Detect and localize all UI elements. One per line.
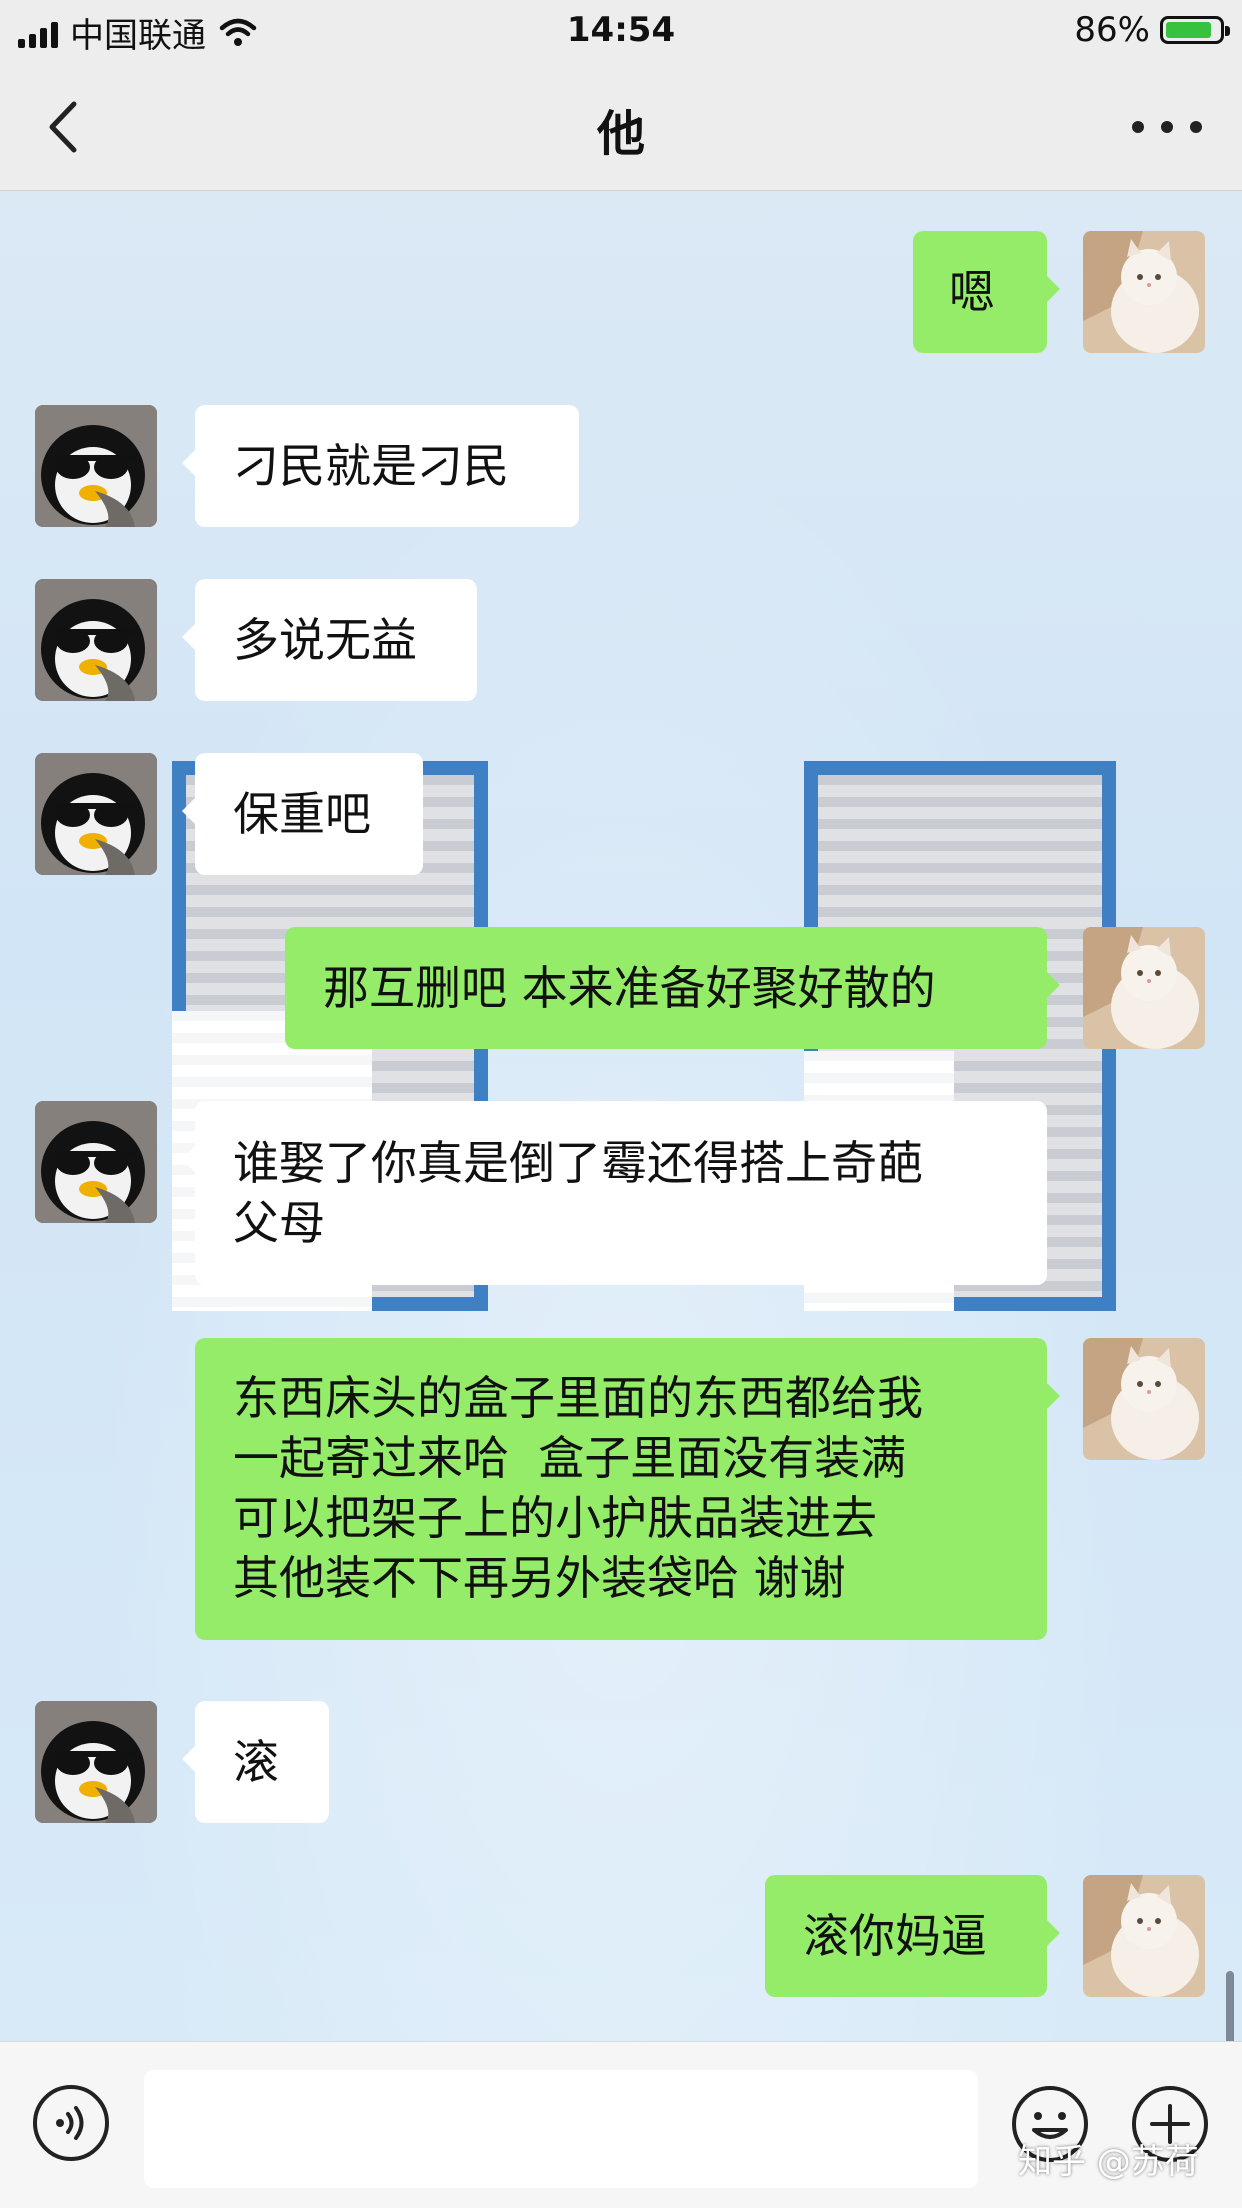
cat-avatar-icon xyxy=(1083,1338,1205,1460)
message-bubble-incoming[interactable]: 刁民就是刁民 xyxy=(182,405,579,527)
message-list[interactable]: 嗯 刁民就是刁民 多说无益 保重吧 那互删吧 本来准备好聚好散的 谁娶了你真是倒… xyxy=(0,191,1242,2081)
message-bubble-outgoing[interactable]: 那互删吧 本来准备好聚好散的 xyxy=(285,927,1060,1049)
message-bubble-outgoing[interactable]: 东西床头的盒子里面的东西都给我 一起寄过来哈 盒子里面没有装满 可以把架子上的小… xyxy=(195,1338,1060,1640)
input-bar: 知乎 @苏荷 xyxy=(0,2041,1242,2208)
message-bubble-incoming[interactable]: 谁娶了你真是倒了霉还得搭上奇葩 父母 xyxy=(182,1101,1047,1285)
cat-avatar-icon xyxy=(1083,231,1205,353)
cat-avatar-icon xyxy=(1083,927,1205,1049)
cat-avatar-icon xyxy=(1083,1875,1205,1997)
chat-screen: 中国联通 14:54 86% 他 嗯 刁民就是刁民 多说无益 保重吧 那互删吧 … xyxy=(0,0,1242,2208)
voice-icon[interactable] xyxy=(32,2084,110,2162)
penguin-avatar-icon xyxy=(35,405,157,527)
penguin-avatar-icon xyxy=(35,1101,157,1223)
message-bubble-incoming[interactable]: 保重吧 xyxy=(182,753,423,875)
battery-percent: 86% xyxy=(1074,10,1150,50)
message-text: 保重吧 xyxy=(233,787,371,841)
contact-avatar[interactable] xyxy=(35,405,157,527)
message-input[interactable] xyxy=(144,2070,978,2188)
nav-bar: 他 xyxy=(0,62,1242,191)
message-text: 那互删吧 本来准备好聚好散的 xyxy=(323,961,936,1015)
contact-avatar[interactable] xyxy=(35,1701,157,1823)
contact-avatar[interactable] xyxy=(35,1101,157,1223)
my-avatar[interactable] xyxy=(1083,1338,1205,1460)
message-bubble-incoming[interactable]: 多说无益 xyxy=(182,579,477,701)
status-bar: 中国联通 14:54 86% xyxy=(0,0,1242,62)
contact-avatar[interactable] xyxy=(35,753,157,875)
message-text: 刁民就是刁民 xyxy=(233,439,509,493)
message-text: 滚 xyxy=(233,1735,279,1789)
my-avatar[interactable] xyxy=(1083,927,1205,1049)
message-bubble-outgoing[interactable]: 滚你妈逼 xyxy=(765,1875,1060,1997)
status-time: 14:54 xyxy=(566,10,676,50)
my-avatar[interactable] xyxy=(1083,1875,1205,1997)
message-text: 嗯 xyxy=(949,265,995,319)
contact-avatar[interactable] xyxy=(35,579,157,701)
my-avatar[interactable] xyxy=(1083,231,1205,353)
battery-fill xyxy=(1166,22,1211,38)
penguin-avatar-icon xyxy=(35,753,157,875)
message-bubble-incoming[interactable]: 滚 xyxy=(182,1701,329,1823)
message-text: 滚你妈逼 xyxy=(803,1909,987,1963)
chat-title: 他 xyxy=(596,106,645,162)
message-bubble-outgoing[interactable]: 嗯 xyxy=(913,231,1060,353)
watermark: 知乎 @苏荷 xyxy=(1018,2142,1199,2182)
more-dots-icon[interactable] xyxy=(1132,102,1202,152)
message-text: 东西床头的盒子里面的东西都给我 一起寄过来哈 盒子里面没有装满 可以把架子上的小… xyxy=(233,1371,923,1605)
penguin-avatar-icon xyxy=(35,1701,157,1823)
battery-icon xyxy=(1160,16,1230,44)
message-text: 多说无益 xyxy=(233,613,417,667)
penguin-avatar-icon xyxy=(35,579,157,701)
status-right: 86% xyxy=(1074,10,1230,50)
message-text: 谁娶了你真是倒了霉还得搭上奇葩 父母 xyxy=(233,1136,923,1250)
